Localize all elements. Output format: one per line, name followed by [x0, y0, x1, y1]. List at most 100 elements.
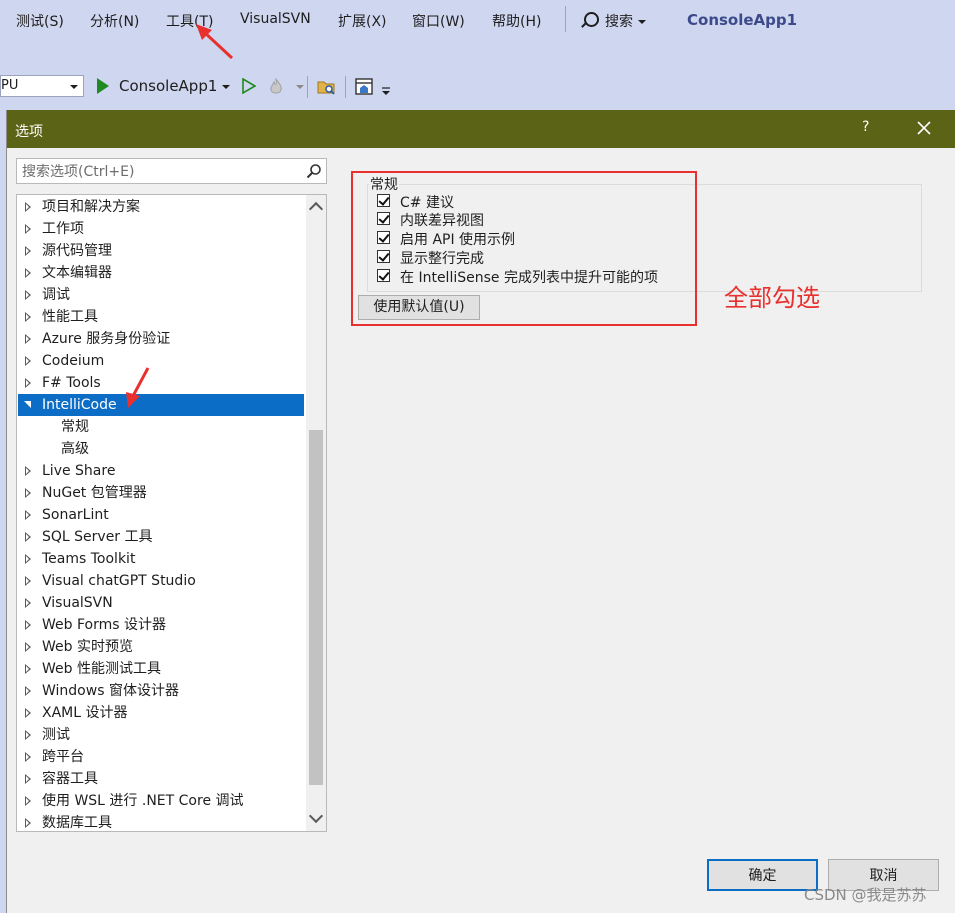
tree-item-label: SQL Server 工具	[42, 529, 153, 545]
expand-arrow-icon-inner	[26, 820, 29, 826]
menu-test[interactable]: 测试(S)	[16, 11, 64, 31]
close-icon[interactable]	[912, 116, 936, 140]
tree-item[interactable]: Web Forms 设计器	[18, 614, 304, 636]
tree-item[interactable]: 高级	[18, 438, 304, 460]
tree-item[interactable]: 项目和解决方案	[18, 196, 304, 218]
tree-item-label: 源代码管理	[42, 243, 112, 259]
menu-analyze[interactable]: 分析(N)	[90, 11, 139, 31]
watermark: CSDN @我是苏苏	[804, 886, 927, 904]
expand-arrow-icon-inner	[26, 468, 29, 474]
tree-item[interactable]: Codeium	[18, 350, 304, 372]
scroll-thumb[interactable]	[309, 430, 323, 785]
expand-arrow-icon-inner	[26, 732, 29, 738]
menu-search-label: 搜索	[605, 14, 633, 30]
tree-item-label: 数据库工具	[42, 815, 112, 831]
search-input[interactable]	[17, 159, 304, 185]
tree-item[interactable]: 常规	[18, 416, 304, 438]
expand-arrow-icon-inner	[26, 666, 29, 672]
tree-item-label: Visual chatGPT Studio	[42, 573, 196, 589]
ok-button[interactable]: 确定	[707, 859, 818, 891]
tree-item-label: Teams Toolkit	[42, 551, 136, 567]
tree-item-label: 容器工具	[42, 771, 98, 787]
tree-item[interactable]: 跨平台	[18, 746, 304, 768]
tree-item[interactable]: Live Share	[18, 460, 304, 482]
tree-item[interactable]: 数据库工具	[18, 812, 304, 831]
tree-item[interactable]: Azure 服务身份验证	[18, 328, 304, 350]
tree-item[interactable]: 源代码管理	[18, 240, 304, 262]
menu-help[interactable]: 帮助(H)	[492, 11, 541, 31]
tree-item[interactable]: VisualSVN	[18, 592, 304, 614]
tree-item-label: 测试	[42, 727, 70, 743]
tree-item[interactable]: 容器工具	[18, 768, 304, 790]
tree-item[interactable]: IntelliCode	[18, 394, 304, 416]
start-debug-icon[interactable]	[97, 78, 109, 94]
start-without-debug-icon[interactable]	[242, 78, 256, 94]
tree-item-label: VisualSVN	[42, 595, 113, 611]
chevron-down-icon	[70, 85, 78, 89]
scroll-up-icon[interactable]	[308, 201, 324, 217]
expand-arrow-icon-inner	[26, 358, 29, 364]
tree-item[interactable]: XAML 设计器	[18, 702, 304, 724]
toolbar-separator	[345, 76, 346, 98]
tree-item[interactable]: Web 实时预览	[18, 636, 304, 658]
tree-scrollbar[interactable]	[306, 195, 326, 831]
expand-arrow-icon-inner	[26, 490, 29, 496]
expand-arrow-icon-inner	[26, 578, 29, 584]
tree-item-label: NuGet 包管理器	[42, 485, 147, 501]
expand-arrow-icon-inner	[26, 204, 29, 210]
tree-item[interactable]: Windows 窗体设计器	[18, 680, 304, 702]
help-button[interactable]: ?	[862, 119, 869, 135]
options-search	[16, 158, 327, 185]
expand-arrow-icon-inner	[26, 776, 29, 782]
tree-item[interactable]: 文本编辑器	[18, 262, 304, 284]
tree-item-label: 文本编辑器	[42, 265, 112, 281]
tree-item[interactable]: SonarLint	[18, 504, 304, 526]
menu-extensions[interactable]: 扩展(X)	[338, 11, 387, 31]
collapse-arrow-icon[interactable]	[24, 401, 31, 408]
platform-combo[interactable]: PU	[0, 75, 84, 97]
expand-arrow-icon-inner	[26, 622, 29, 628]
solution-title: ConsoleApp1	[687, 11, 798, 29]
window-home-icon[interactable]	[354, 77, 374, 97]
expand-arrow-icon-inner	[26, 512, 29, 518]
tree-item-label: IntelliCode	[42, 397, 117, 413]
annotation-arrow-icon	[196, 24, 234, 60]
tree-item-label: Web 性能测试工具	[42, 661, 161, 677]
folder-search-icon[interactable]	[317, 77, 337, 97]
tree-item[interactable]: Teams Toolkit	[18, 548, 304, 570]
expand-arrow-icon-inner	[26, 688, 29, 694]
search-icon	[584, 12, 599, 27]
run-target-button[interactable]: ConsoleApp1	[119, 77, 231, 95]
ide-chrome: 测试(S) 分析(N) 工具(T) VisualSVN 扩展(X) 窗口(W) …	[0, 0, 955, 110]
tree-item-label: SonarLint	[42, 507, 109, 523]
tree-item[interactable]: 使用 WSL 进行 .NET Core 调试	[18, 790, 304, 812]
tree-item[interactable]: NuGet 包管理器	[18, 482, 304, 504]
menu-search[interactable]: 搜索	[584, 11, 646, 31]
tree-item-label: 调试	[42, 287, 70, 303]
chevron-down-icon[interactable]	[296, 85, 304, 89]
expand-arrow-icon-inner	[26, 248, 29, 254]
menu-bar: 测试(S) 分析(N) 工具(T) VisualSVN 扩展(X) 窗口(W) …	[0, 0, 955, 42]
tree-item[interactable]: SQL Server 工具	[18, 526, 304, 548]
tree-item[interactable]: Visual chatGPT Studio	[18, 570, 304, 592]
menu-window[interactable]: 窗口(W)	[412, 11, 465, 31]
platform-combo-value: PU	[1, 78, 19, 93]
expand-arrow-icon-inner	[26, 798, 29, 804]
tree-item-label: Live Share	[42, 463, 116, 479]
tree-item[interactable]: 性能工具	[18, 306, 304, 328]
tree-item-label: 工作项	[42, 221, 84, 237]
tree-item[interactable]: Web 性能测试工具	[18, 658, 304, 680]
tree-item[interactable]: 测试	[18, 724, 304, 746]
tree-item-label: Azure 服务身份验证	[42, 331, 171, 347]
tree-item[interactable]: 调试	[18, 284, 304, 306]
tree-item[interactable]: F# Tools	[18, 372, 304, 394]
search-icon[interactable]	[306, 163, 322, 179]
expand-arrow-icon-inner	[26, 710, 29, 716]
overflow-icon[interactable]	[381, 87, 391, 95]
annotation-text: 全部勾选	[724, 284, 820, 312]
hot-reload-icon[interactable]	[268, 78, 284, 96]
menu-visualsvn[interactable]: VisualSVN	[240, 11, 311, 27]
tree-item[interactable]: 工作项	[18, 218, 304, 240]
options-dialog: 选项 ? 项目和解决方案工作项源代码管理文本编辑器调试性能工具 Azure 服务身…	[6, 110, 955, 913]
scroll-down-icon[interactable]	[308, 808, 324, 824]
